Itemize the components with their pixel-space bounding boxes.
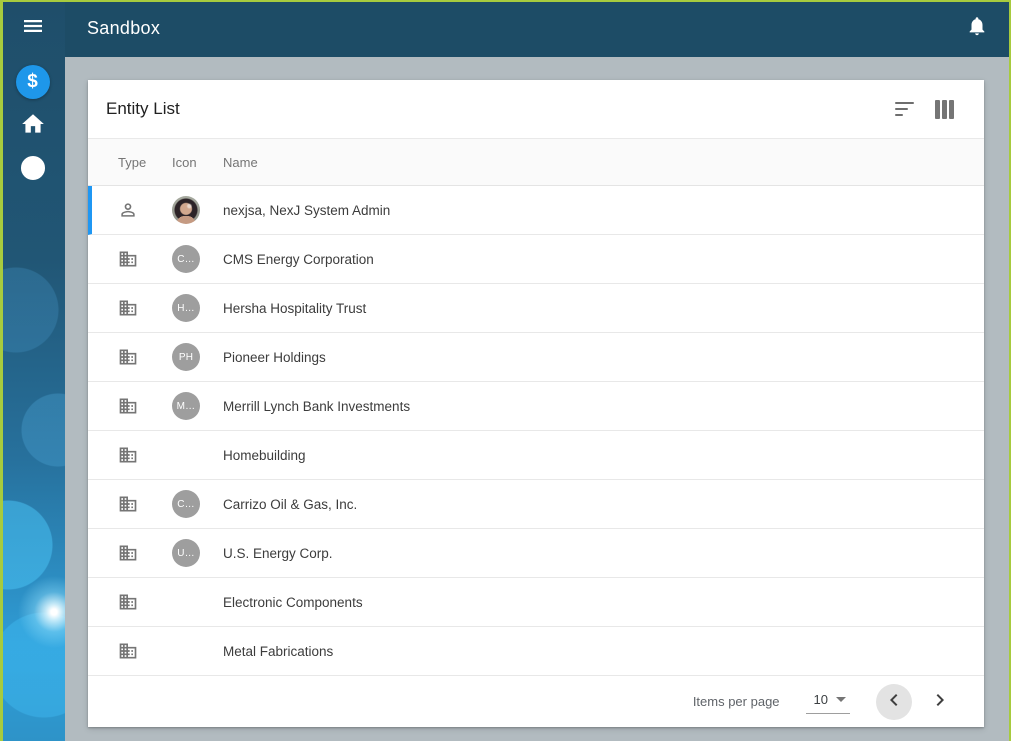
company-type-icon [118, 494, 172, 514]
company-type-icon [118, 592, 172, 612]
entity-name: U.S. Energy Corp. [223, 545, 333, 561]
menu-button[interactable] [0, 0, 65, 57]
previous-page-button[interactable] [876, 683, 912, 720]
columns-button[interactable] [924, 89, 964, 129]
columns-icon [934, 99, 954, 119]
entity-name: Metal Fabrications [223, 643, 334, 659]
company-type-icon [118, 298, 172, 318]
items-per-page-value: 10 [813, 691, 828, 707]
table-row[interactable]: M… Merrill Lynch Bank Investments [88, 382, 984, 431]
avatar-initials: H… [172, 294, 200, 322]
table-row[interactable]: U… U.S. Energy Corp. [88, 529, 984, 578]
icon-cell [172, 196, 223, 224]
table-row[interactable]: C… CMS Energy Corporation [88, 235, 984, 284]
avatar-initials: C… [172, 490, 200, 518]
table-row[interactable]: Metal Fabrications [88, 627, 984, 676]
icon-cell: C… [172, 490, 223, 518]
avatar-initials: M… [172, 392, 200, 420]
company-type-icon [118, 396, 172, 416]
company-type-icon [118, 347, 172, 367]
paginator: Items per page 10 [88, 676, 984, 727]
company-type-icon [118, 543, 172, 563]
app-title: Sandbox [87, 18, 161, 38]
items-per-page-label: Items per page [692, 694, 780, 709]
main-content: Entity List Type Icon Name nexjsa, NexJ … [65, 57, 1011, 741]
app-bar: Sandbox [65, 0, 1011, 57]
sidebar: $ [0, 0, 65, 741]
dollar-icon: $ [15, 65, 50, 99]
account-circle-icon [20, 155, 46, 186]
entity-name: Merrill Lynch Bank Investments [223, 398, 411, 414]
items-per-page-select[interactable]: 10 [805, 690, 850, 714]
entity-name: Hersha Hospitality Trust [223, 300, 367, 316]
menu-icon [21, 14, 45, 43]
avatar-photo [172, 196, 200, 224]
chevron-left-icon [882, 688, 906, 715]
entity-name: CMS Energy Corporation [223, 251, 374, 267]
sort-button[interactable] [884, 89, 924, 129]
person-type-icon [118, 200, 172, 220]
card-header: Entity List [88, 80, 984, 138]
icon-cell: C… [172, 245, 223, 273]
entity-name: Electronic Components [223, 594, 363, 610]
company-type-icon [118, 641, 172, 661]
sidebar-item-account[interactable] [15, 152, 51, 188]
entity-list-card: Entity List Type Icon Name nexjsa, NexJ … [88, 80, 984, 727]
home-icon [20, 111, 46, 142]
notifications-button[interactable] [957, 9, 997, 49]
icon-cell [172, 441, 223, 469]
icon-cell: M… [172, 392, 223, 420]
table-row[interactable]: nexjsa, NexJ System Admin [88, 186, 984, 235]
table-row[interactable]: C… Carrizo Oil & Gas, Inc. [88, 480, 984, 529]
table-row[interactable]: PH Pioneer Holdings [88, 333, 984, 382]
sort-icon [894, 102, 914, 116]
entity-name: Pioneer Holdings [223, 349, 326, 365]
avatar-initials: PH [172, 343, 200, 371]
icon-cell: H… [172, 294, 223, 322]
entity-name: Carrizo Oil & Gas, Inc. [223, 496, 358, 512]
table-row[interactable]: Electronic Components [88, 578, 984, 627]
avatar-initials: U… [172, 539, 200, 567]
chevron-down-icon [836, 696, 846, 702]
company-type-icon [118, 445, 172, 465]
entity-name: nexjsa, NexJ System Admin [223, 202, 391, 218]
icon-cell [172, 637, 223, 665]
company-type-icon [118, 249, 172, 269]
notifications-icon [966, 15, 988, 42]
avatar-initials: C… [172, 245, 200, 273]
chevron-right-icon [928, 688, 952, 715]
icon-cell: U… [172, 539, 223, 567]
table-row[interactable]: H… Hersha Hospitality Trust [88, 284, 984, 333]
icon-cell [172, 588, 223, 616]
sidebar-item-finance[interactable]: $ [15, 64, 51, 100]
column-header-type: Type [118, 154, 147, 170]
table-body: nexjsa, NexJ System Admin C… CMS Energy Co… [88, 186, 984, 676]
column-header-name: Name [223, 154, 258, 170]
column-header-icon: Icon [172, 154, 197, 170]
entity-name: Homebuilding [223, 447, 306, 463]
next-page-button[interactable] [922, 684, 958, 720]
sidebar-item-home[interactable] [15, 108, 51, 144]
table-row[interactable]: Homebuilding [88, 431, 984, 480]
icon-cell: PH [172, 343, 223, 371]
page-title: Entity List [106, 99, 180, 118]
table-header: Type Icon Name [88, 138, 984, 186]
